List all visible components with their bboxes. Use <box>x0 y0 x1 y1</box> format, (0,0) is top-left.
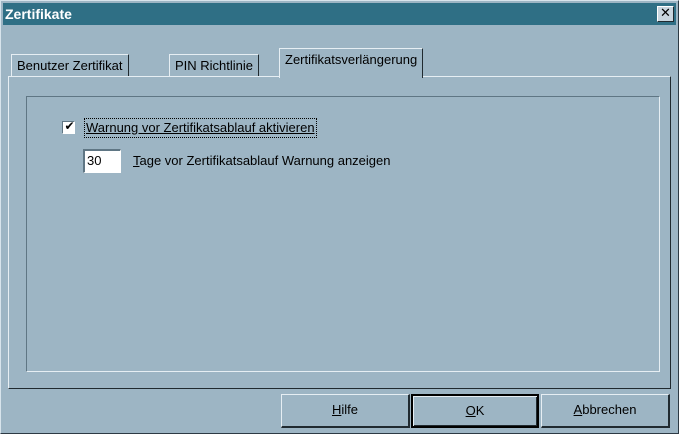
cancel-button[interactable]: Abbrechen <box>541 394 670 428</box>
tab-benutzer-zertifikat[interactable]: Benutzer Zertifikat <box>11 54 129 78</box>
ok-label: K <box>475 403 485 418</box>
checkmark-icon: ✔ <box>64 119 75 133</box>
cancel-mnemonic: A <box>573 402 583 417</box>
title-bar[interactable]: Zertifikate ✕ <box>3 3 676 25</box>
tab-zertifikatsverlaengerung[interactable]: Zertifikatsverlängerung <box>279 48 424 78</box>
days-input-value: 30 <box>87 153 102 168</box>
help-mnemonic: H <box>331 402 342 417</box>
help-label: ilfe <box>341 402 358 417</box>
warn-checkbox-label[interactable]: Warnung vor Zertifikatsablauf aktivieren <box>84 118 317 138</box>
tab-label: Benutzer Zertifikat <box>17 58 123 73</box>
window-title: Zertifikate <box>5 6 72 22</box>
days-label: Tage vor Zertifikatsablauf Warnung anzei… <box>133 152 391 170</box>
days-label-text: age vor Zertifikatsablauf Warnung anzeig… <box>139 153 391 168</box>
tab-pin-richtlinie[interactable]: PIN Richtlinie <box>169 54 260 78</box>
tab-label: Zertifikatsverlängerung <box>285 52 418 67</box>
close-button[interactable]: ✕ <box>657 6 674 22</box>
warn-label-text: Warnung vor Zertifikatsablauf aktivieren <box>86 120 315 135</box>
tab-label: PIN Richtlinie <box>175 58 254 73</box>
ok-button[interactable]: OK <box>411 394 539 428</box>
ok-mnemonic: O <box>465 403 476 418</box>
cancel-label: bbrechen <box>582 402 637 417</box>
help-button[interactable]: Hilfe <box>281 394 410 428</box>
days-input[interactable]: 30 <box>83 149 121 173</box>
warn-checkbox[interactable]: ✔ <box>62 119 75 134</box>
close-icon: ✕ <box>660 6 671 21</box>
